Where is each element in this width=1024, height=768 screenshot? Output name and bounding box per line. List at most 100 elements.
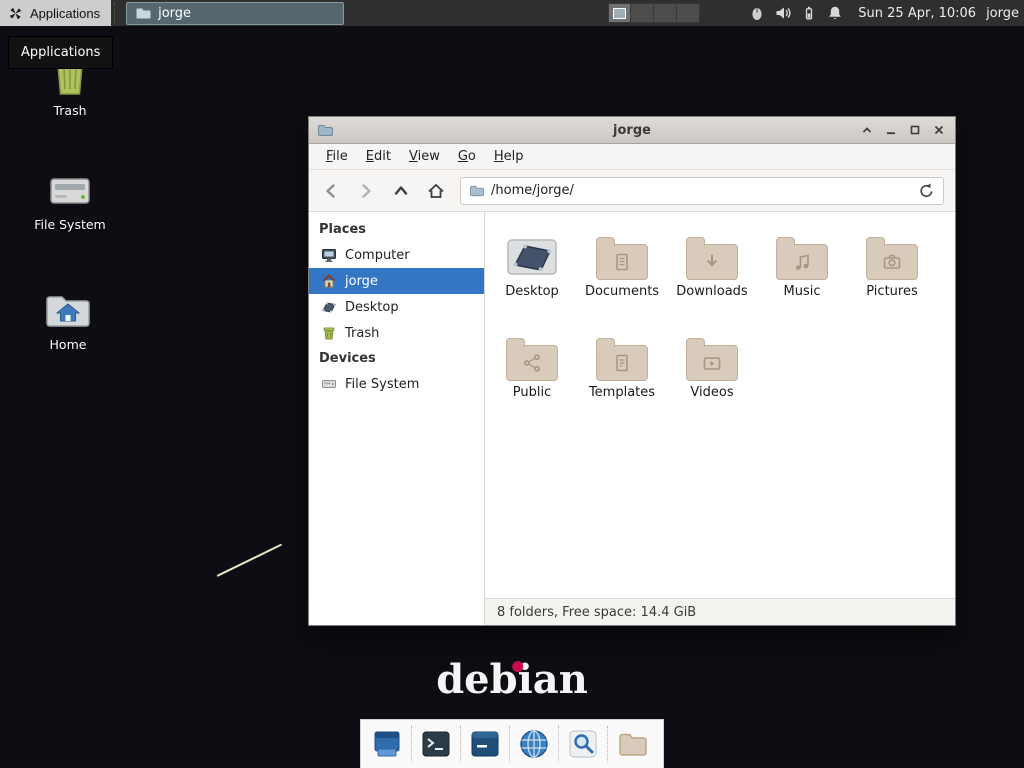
window-icon — [317, 123, 333, 137]
desktop: { "panel": { "applications_label": "Appl… — [0, 0, 1024, 768]
back-button[interactable] — [320, 182, 342, 200]
drive-icon — [47, 170, 93, 212]
maximize-button[interactable] — [906, 122, 923, 139]
applications-menu-button[interactable]: Applications — [0, 0, 111, 26]
sidebar-item-label: Trash — [345, 326, 379, 341]
files-grid: Desktop Documents — [485, 212, 949, 426]
desktop-icon — [321, 299, 337, 315]
location-bar[interactable]: /home/jorge/ — [460, 177, 944, 205]
downloads-folder-icon — [686, 244, 738, 280]
music-folder-icon — [776, 244, 828, 280]
refresh-button[interactable] — [918, 182, 935, 199]
file-label: Public — [513, 385, 551, 400]
desktop-icon-home[interactable]: Home — [20, 290, 116, 352]
side-pane: Places Computer jorge — [309, 212, 485, 625]
workspace-window-preview — [613, 8, 626, 19]
taskbar-item-jorge[interactable]: jorge — [126, 2, 344, 25]
workspace-switcher[interactable] — [608, 3, 700, 23]
public-folder-icon — [506, 345, 558, 381]
menu-file[interactable]: File — [321, 147, 353, 166]
file-label: Documents — [585, 284, 659, 299]
file-manager-window: jorge File Edit View Go Help — [308, 116, 956, 626]
file-item-public[interactable]: Public — [487, 325, 577, 426]
workspace-2[interactable] — [631, 3, 654, 23]
file-label: Templates — [589, 385, 655, 400]
sidebar-item-label: File System — [345, 377, 419, 392]
shade-button[interactable] — [858, 122, 875, 139]
home-icon — [426, 182, 446, 200]
desktop-icon-label: File System — [34, 217, 106, 232]
sidebar-item-computer[interactable]: Computer — [309, 242, 484, 268]
workspace-4[interactable] — [677, 3, 700, 23]
back-icon — [322, 182, 340, 200]
terminal-alt-launcher[interactable] — [465, 723, 505, 765]
mouse-icon[interactable] — [749, 5, 765, 21]
volume-icon[interactable] — [775, 5, 791, 21]
home-button[interactable] — [425, 182, 447, 200]
menu-go[interactable]: Go — [453, 147, 481, 166]
panel-separator — [114, 3, 122, 23]
window-titlebar[interactable]: jorge — [309, 117, 955, 144]
system-tray: Sun 25 Apr, 10:06 jorge — [749, 0, 1019, 26]
file-item-videos[interactable]: Videos — [667, 325, 757, 426]
web-browser-launcher[interactable] — [514, 723, 554, 765]
desktop-icon-filesystem[interactable]: File System — [22, 170, 118, 232]
window-body: Places Computer jorge — [309, 212, 955, 625]
status-bar: 8 folders, Free space: 14.4 GiB — [485, 598, 955, 625]
top-panel: Applications jorge — [0, 0, 1024, 26]
minimize-button[interactable] — [882, 122, 899, 139]
documents-folder-icon — [596, 244, 648, 280]
pictures-folder-icon — [866, 244, 918, 280]
file-label: Downloads — [676, 284, 747, 299]
file-label: Desktop — [505, 284, 559, 299]
applications-menu-label: Applications — [30, 6, 100, 21]
dock-separator — [411, 726, 412, 762]
clock[interactable]: Sun 25 Apr, 10:06 — [858, 6, 976, 21]
menu-help[interactable]: Help — [489, 147, 529, 166]
file-manager-launcher[interactable] — [612, 723, 652, 765]
file-item-documents[interactable]: Documents — [577, 224, 667, 325]
file-item-desktop[interactable]: Desktop — [487, 224, 577, 325]
desktop-line-artifact — [217, 544, 283, 577]
workspace-1[interactable] — [608, 3, 631, 23]
debian-swirl-icon — [512, 661, 523, 672]
sidebar-item-label: jorge — [345, 274, 378, 289]
home-icon — [321, 273, 337, 289]
sidebar-item-jorge[interactable]: jorge — [309, 268, 484, 294]
folder-icon — [469, 184, 484, 197]
notifications-bell-icon[interactable] — [827, 5, 843, 21]
sidebar-item-trash[interactable]: Trash — [309, 320, 484, 346]
bottom-dock — [360, 719, 664, 768]
up-button[interactable] — [390, 182, 412, 200]
windows-icon — [370, 727, 404, 761]
battery-icon[interactable] — [801, 5, 817, 21]
desktop-icon-label: Trash — [53, 103, 86, 118]
file-item-pictures[interactable]: Pictures — [847, 224, 937, 325]
taskbar-item-label: jorge — [158, 6, 191, 21]
panel-username[interactable]: jorge — [986, 6, 1019, 21]
workspace-3[interactable] — [654, 3, 677, 23]
forward-button[interactable] — [355, 182, 377, 200]
menu-view[interactable]: View — [404, 147, 445, 166]
menu-edit[interactable]: Edit — [361, 147, 396, 166]
file-item-music[interactable]: Music — [757, 224, 847, 325]
sidebar-item-filesystem[interactable]: File System — [309, 371, 484, 397]
desktop-folder-icon — [505, 234, 559, 280]
forward-icon — [357, 182, 375, 200]
path-text[interactable]: /home/jorge/ — [491, 183, 911, 198]
sidebar-item-desktop[interactable]: Desktop — [309, 294, 484, 320]
web-browser-icon — [517, 727, 551, 761]
terminal-launcher[interactable] — [416, 723, 456, 765]
app-finder-launcher[interactable] — [563, 723, 603, 765]
file-item-downloads[interactable]: Downloads — [667, 224, 757, 325]
status-text: 8 folders, Free space: 14.4 GiB — [497, 605, 696, 620]
show-windows-launcher[interactable] — [367, 723, 407, 765]
sidebar-item-label: Computer — [345, 248, 410, 263]
computer-icon — [321, 247, 337, 263]
dock-separator — [607, 726, 608, 762]
file-item-templates[interactable]: Templates — [577, 325, 667, 426]
toolbar: /home/jorge/ — [309, 170, 955, 212]
close-button[interactable] — [930, 122, 947, 139]
file-view[interactable]: Desktop Documents — [485, 212, 955, 625]
terminal-icon — [419, 727, 453, 761]
